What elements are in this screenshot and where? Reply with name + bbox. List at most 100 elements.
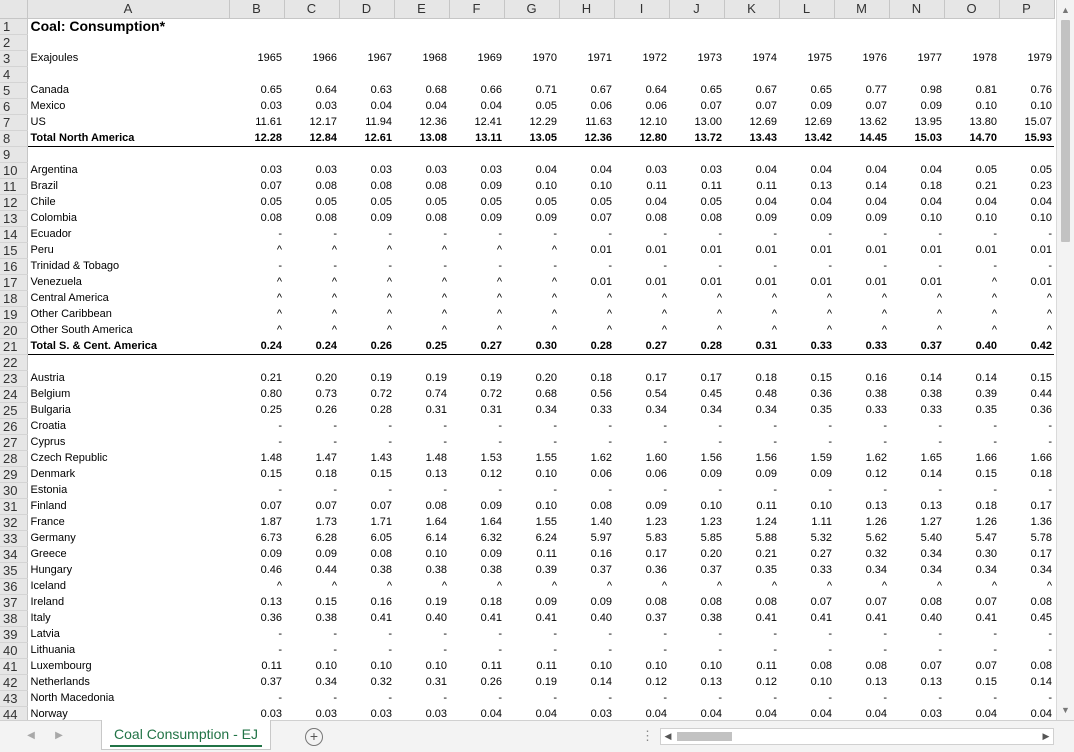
value-cell[interactable]: - <box>834 691 889 707</box>
value-cell[interactable]: ^ <box>394 307 449 323</box>
value-cell[interactable] <box>394 35 449 51</box>
value-cell[interactable]: ^ <box>394 579 449 595</box>
value-cell[interactable]: - <box>889 643 944 659</box>
value-cell[interactable]: - <box>559 227 614 243</box>
value-cell[interactable]: 0.04 <box>779 707 834 720</box>
value-cell[interactable]: 6.05 <box>339 531 394 547</box>
row-label-cell[interactable]: Norway <box>27 707 229 720</box>
value-cell[interactable]: - <box>504 259 559 275</box>
value-cell[interactable]: 12.28 <box>229 130 284 147</box>
value-cell[interactable] <box>284 67 339 83</box>
value-cell[interactable]: 0.09 <box>724 211 779 227</box>
value-cell[interactable]: - <box>229 627 284 643</box>
value-cell[interactable]: 12.69 <box>724 115 779 131</box>
value-cell[interactable]: 0.34 <box>999 563 1054 579</box>
value-cell[interactable]: - <box>614 259 669 275</box>
value-cell[interactable]: 0.13 <box>834 675 889 691</box>
value-cell[interactable] <box>779 35 834 51</box>
value-cell[interactable]: 0.09 <box>779 467 834 483</box>
value-cell[interactable]: 13.72 <box>669 130 724 147</box>
value-cell[interactable] <box>559 147 614 163</box>
value-cell[interactable]: 0.40 <box>944 338 999 355</box>
value-cell[interactable]: - <box>779 419 834 435</box>
value-cell[interactable] <box>394 19 449 35</box>
value-cell[interactable]: - <box>779 227 834 243</box>
value-cell[interactable]: 0.34 <box>669 403 724 419</box>
value-cell[interactable]: 1.56 <box>669 451 724 467</box>
sheet-title-cell[interactable]: Coal: Consumption* <box>27 19 229 35</box>
value-cell[interactable]: 0.38 <box>889 387 944 403</box>
value-cell[interactable] <box>614 35 669 51</box>
value-cell[interactable]: 1.40 <box>559 515 614 531</box>
value-cell[interactable]: 0.10 <box>999 211 1054 227</box>
value-cell[interactable] <box>449 19 504 35</box>
row-label-cell[interactable]: Greece <box>27 547 229 563</box>
value-cell[interactable]: 0.07 <box>724 99 779 115</box>
value-cell[interactable]: 0.03 <box>669 163 724 179</box>
value-cell[interactable]: 0.01 <box>779 243 834 259</box>
value-cell[interactable] <box>339 355 394 371</box>
value-cell[interactable] <box>999 67 1054 83</box>
value-cell[interactable]: - <box>504 691 559 707</box>
value-cell[interactable]: 12.61 <box>339 130 394 147</box>
value-cell[interactable]: 0.64 <box>284 83 339 99</box>
value-cell[interactable]: 1971 <box>559 51 614 67</box>
value-cell[interactable]: 0.81 <box>944 83 999 99</box>
value-cell[interactable]: 0.08 <box>669 211 724 227</box>
value-cell[interactable]: 0.40 <box>394 611 449 627</box>
value-cell[interactable]: 11.94 <box>339 115 394 131</box>
column-header-h[interactable]: H <box>559 0 615 19</box>
row-header[interactable]: 44 <box>0 706 28 720</box>
value-cell[interactable]: 13.43 <box>724 130 779 147</box>
value-cell[interactable]: 0.06 <box>614 467 669 483</box>
value-cell[interactable]: 0.09 <box>834 211 889 227</box>
value-cell[interactable]: 0.09 <box>449 547 504 563</box>
value-cell[interactable]: 0.07 <box>834 99 889 115</box>
row-label-cell[interactable]: Czech Republic <box>27 451 229 467</box>
value-cell[interactable]: 0.08 <box>339 547 394 563</box>
value-cell[interactable]: 0.11 <box>449 659 504 675</box>
value-cell[interactable] <box>284 19 339 35</box>
value-cell[interactable]: 0.26 <box>339 338 394 355</box>
value-cell[interactable]: 0.11 <box>669 179 724 195</box>
value-cell[interactable]: 0.44 <box>284 563 339 579</box>
column-header-g[interactable]: G <box>504 0 560 19</box>
value-cell[interactable]: 0.30 <box>504 338 559 355</box>
value-cell[interactable]: 0.20 <box>669 547 724 563</box>
value-cell[interactable]: - <box>559 259 614 275</box>
value-cell[interactable]: 0.21 <box>724 547 779 563</box>
value-cell[interactable]: 0.36 <box>779 387 834 403</box>
row-label-cell[interactable]: Ecuador <box>27 227 229 243</box>
value-cell[interactable]: 0.01 <box>889 243 944 259</box>
value-cell[interactable]: 0.01 <box>669 243 724 259</box>
value-cell[interactable]: 5.62 <box>834 531 889 547</box>
value-cell[interactable]: 0.04 <box>944 707 999 720</box>
value-cell[interactable]: 0.15 <box>999 371 1054 387</box>
value-cell[interactable] <box>559 19 614 35</box>
ellipsis-icon[interactable]: ⋮ <box>641 728 654 744</box>
value-cell[interactable]: 0.71 <box>504 83 559 99</box>
value-cell[interactable]: 0.11 <box>724 179 779 195</box>
value-cell[interactable]: ^ <box>504 275 559 291</box>
value-cell[interactable]: - <box>284 259 339 275</box>
column-header-e[interactable]: E <box>394 0 450 19</box>
value-cell[interactable]: 0.25 <box>229 403 284 419</box>
value-cell[interactable]: - <box>669 227 724 243</box>
value-cell[interactable]: 0.33 <box>834 403 889 419</box>
row-label-cell[interactable]: Chile <box>27 195 229 211</box>
row-label-cell[interactable]: Lithuania <box>27 643 229 659</box>
value-cell[interactable]: 1978 <box>944 51 999 67</box>
row-label-cell[interactable]: Venezuela <box>27 275 229 291</box>
value-cell[interactable]: 0.10 <box>779 499 834 515</box>
column-header-f[interactable]: F <box>449 0 505 19</box>
value-cell[interactable]: 0.04 <box>559 163 614 179</box>
value-cell[interactable]: 0.04 <box>834 707 889 720</box>
row-header[interactable]: 8 <box>0 130 28 147</box>
value-cell[interactable] <box>504 35 559 51</box>
value-cell[interactable]: - <box>614 691 669 707</box>
value-cell[interactable]: 0.03 <box>284 707 339 720</box>
value-cell[interactable]: - <box>559 643 614 659</box>
value-cell[interactable]: 0.09 <box>724 467 779 483</box>
value-cell[interactable]: - <box>504 435 559 451</box>
value-cell[interactable]: 1970 <box>504 51 559 67</box>
